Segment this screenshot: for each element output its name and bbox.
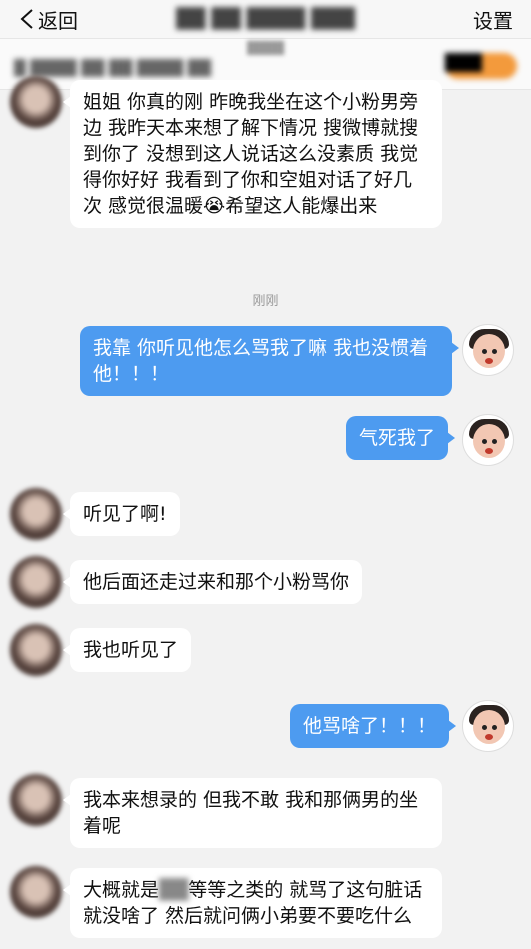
contact-avatar[interactable] bbox=[10, 774, 62, 826]
redacted-text: ██ bbox=[159, 879, 189, 901]
settings-button[interactable]: 设置 bbox=[473, 5, 513, 34]
user-avatar[interactable] bbox=[462, 324, 514, 376]
user-avatar[interactable] bbox=[462, 414, 514, 466]
message-bubble-incoming: 他后面还走过来和那个小粉骂你 bbox=[62, 560, 363, 604]
user-avatar[interactable] bbox=[462, 700, 514, 752]
message-bubble-incoming: 听见了啊! bbox=[63, 492, 180, 536]
back-button[interactable]: 返回 bbox=[18, 5, 78, 34]
message-bubble-incoming: 姐姐 你真的刚 昨晚我坐在这个小粉男旁边 我昨天本来想了解下情况 搜微博就搜到你… bbox=[63, 80, 442, 228]
back-label: 返回 bbox=[38, 8, 78, 33]
message-bubble-incoming: 我也听见了 bbox=[62, 628, 192, 672]
contact-avatar[interactable] bbox=[10, 624, 62, 676]
info-badge[interactable]: ███ bbox=[445, 53, 517, 79]
info-text: █ ████ ██ ██ ████ ██ bbox=[14, 59, 211, 77]
timestamp: 刚刚 bbox=[252, 294, 279, 309]
contact-avatar[interactable] bbox=[10, 556, 62, 608]
chevron-left-icon bbox=[20, 9, 33, 29]
message-bubble-outgoing: 气死我了 bbox=[346, 416, 456, 460]
navigation-bar: 返回 ██ ██ ████ ███ 设置 bbox=[0, 0, 531, 38]
chat-title: ██ ██ ████ ███ bbox=[176, 8, 355, 30]
message-bubble-incoming: 大概就是██等等之类的 就骂了这句脏话 就没啥了 然后就问俩小弟要不要吃什么 bbox=[63, 868, 442, 938]
message-bubble-incoming: 我本来想录的 但我不敢 我和那俩男的坐着呢 bbox=[63, 778, 442, 848]
info-subtext: ████ bbox=[247, 41, 284, 55]
message-text: 大概就是 bbox=[83, 879, 160, 901]
contact-avatar[interactable] bbox=[10, 488, 62, 540]
message-bubble-outgoing: 他骂啥了！！！ bbox=[290, 704, 457, 748]
message-bubble-outgoing: 我靠 你听见他怎么骂我了嘛 我也没惯着他！！！ bbox=[80, 326, 459, 396]
contact-avatar[interactable] bbox=[10, 866, 62, 918]
contact-avatar[interactable] bbox=[10, 76, 62, 128]
